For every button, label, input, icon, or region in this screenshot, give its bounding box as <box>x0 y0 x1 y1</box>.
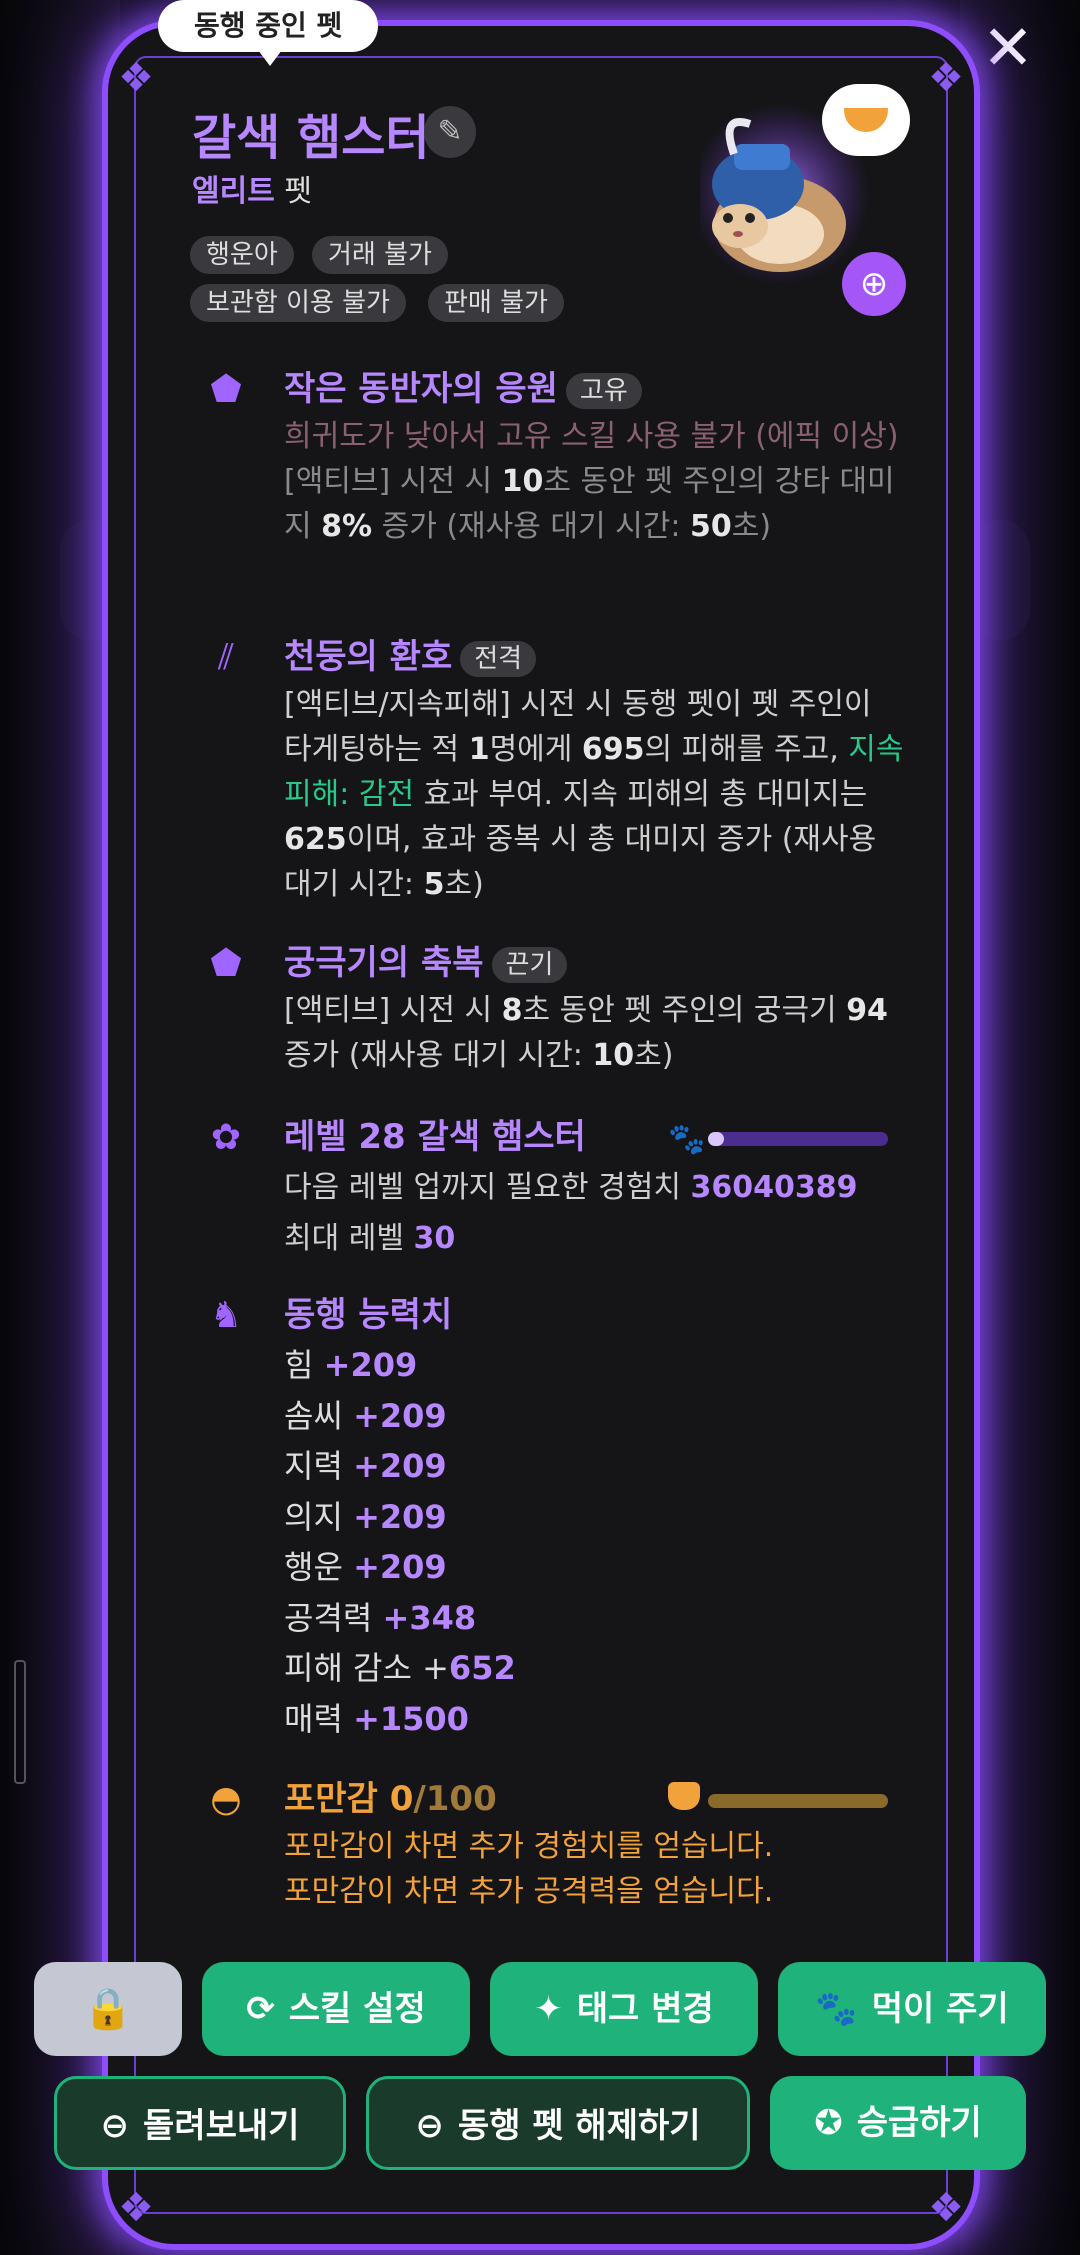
skill-badge: 전격 <box>460 640 537 677</box>
stat-row: 의지 +209 <box>284 1497 447 1536</box>
promote-button[interactable]: ✪ 승급하기 <box>770 2076 1026 2170</box>
skill-1: 작은 동반자의 응원 고유 희귀도가 낮아서 고유 스킬 사용 불가 (에픽 이상… <box>284 366 904 549</box>
tag: 행운아 <box>190 236 294 274</box>
pet-grade: 엘리트 펫 <box>192 166 312 210</box>
stomach-icon: ◓ <box>210 1779 242 1820</box>
max-level: 최대 레벨 30 <box>284 1221 456 1256</box>
background-right <box>960 0 1080 2255</box>
zoom-in-icon: ⊕ <box>859 264 889 304</box>
hungry-thought-bubble <box>822 84 910 156</box>
stat-row: 공격력 +348 <box>284 1598 477 1637</box>
food-bowl-icon <box>668 1782 700 1810</box>
stat-row: 매력 +1500 <box>284 1699 469 1738</box>
tag: 거래 불가 <box>312 236 448 274</box>
satiety-note: 포만감이 차면 추가 공격력을 얻습니다. <box>284 1874 774 1909</box>
close-button[interactable]: ✕ <box>978 17 1038 79</box>
skill-title: 작은 동반자의 응원 <box>284 369 558 409</box>
minus-circle-icon: ⊖ <box>415 2106 444 2146</box>
change-tag-button[interactable]: ✦ 태그 변경 <box>490 1962 758 2056</box>
skill-title: 궁극기의 축복 <box>284 943 484 983</box>
stat-row: 피해 감소 +652 <box>284 1649 516 1687</box>
minus-circle-icon: ⊖ <box>100 2106 130 2146</box>
edit-name-button[interactable]: ✎ <box>424 106 476 158</box>
send-back-button[interactable]: ⊖ 돌려보내기 <box>54 2076 346 2170</box>
skill-title: 천둥의 환호 <box>284 637 453 677</box>
companion-stats: 동행 능력치 힘 +209 솜씨 +209 지력 +209 의지 +209 행운… <box>284 1292 904 1744</box>
tag: 판매 불가 <box>428 284 564 322</box>
refresh-icon: ⟳ <box>246 1989 275 2029</box>
ornament-icon: ❖ <box>118 2185 154 2231</box>
horse-icon: ♞ <box>209 1295 243 1336</box>
paw-shield-icon: ⬟ <box>210 369 242 410</box>
stat-row: 솜씨 +209 <box>284 1396 447 1435</box>
feed-button[interactable]: 🐾 먹이 주기 <box>778 1962 1046 2056</box>
stat-row: 힘 +209 <box>284 1346 418 1384</box>
sparkle-icon: ✦ <box>534 1989 563 2029</box>
satiety-note: 포만감이 차면 추가 경험치를 얻습니다. <box>284 1829 774 1864</box>
skill-description: [액티브] 시전 시 10초 동안 펫 주인의 강타 대미지 8% 증가 (재사… <box>284 464 895 544</box>
pencil-icon: ✎ <box>437 114 463 149</box>
release-companion-button[interactable]: ⊖ 동행 펫 해제하기 <box>366 2076 750 2170</box>
paw-icon: 🐾 <box>668 1122 706 1157</box>
pet-name: 갈색 햄스터 <box>192 110 430 166</box>
lock-button[interactable]: 🔒 <box>34 1962 182 2056</box>
lock-icon: 🔒 <box>83 1986 133 2032</box>
badge-icon: ✪ <box>814 2103 843 2143</box>
grade-label: 엘리트 <box>192 174 275 209</box>
claw-icon: ⫽ <box>217 637 235 678</box>
satiety-progress-track <box>708 1794 888 1808</box>
skill-3: 궁극기의 축복 끈기 [액티브] 시전 시 8초 동안 펫 주인의 궁극기 94 … <box>284 940 904 1078</box>
exp-progress-fill <box>708 1132 724 1146</box>
grade-suffix: 펫 <box>284 174 312 209</box>
stats-title: 동행 능력치 <box>284 1295 453 1335</box>
zoom-button[interactable]: ⊕ <box>842 252 906 316</box>
background-panel <box>970 520 1030 640</box>
skill-settings-button[interactable]: ⟳ 스킬 설정 <box>202 1962 470 2056</box>
paw-shield-icon: ⬟ <box>210 943 242 984</box>
skill-description: [액티브/지속피해] 시전 시 동행 펫이 펫 주인이 타게팅하는 적 1명에게… <box>284 687 904 902</box>
background-left <box>0 0 120 2255</box>
level-badge-icon: ✿ <box>210 1117 242 1158</box>
ornament-icon: ❖ <box>928 2185 964 2231</box>
exp-progress-track <box>708 1132 888 1146</box>
skill-description: [액티브] 시전 시 8초 동안 펫 주인의 궁극기 94 증가 (재사용 대기… <box>284 993 888 1073</box>
paw-icon: 🐾 <box>815 1989 858 2029</box>
tag: 보관함 이용 불가 <box>190 284 406 322</box>
stat-row: 행운 +209 <box>284 1548 447 1586</box>
skill-badge: 고유 <box>565 372 642 409</box>
ornament-icon: ❖ <box>118 55 154 101</box>
ornament-icon: ❖ <box>928 55 964 101</box>
skill-badge: 끈기 <box>491 946 568 983</box>
exp-needed: 다음 레벨 업까지 필요한 경험치 36040389 <box>284 1170 858 1205</box>
skill-2: 천둥의 환호 전격 [액티브/지속피해] 시전 시 동행 펫이 펫 주인이 타게팅… <box>284 634 904 907</box>
skill-disabled-note: 희귀도가 낮아서 고유 스킬 사용 불가 (에픽 이상) <box>284 419 899 454</box>
companion-tooltip: 동행 중인 펫 <box>158 0 379 66</box>
scrollbar[interactable] <box>14 1660 26 1784</box>
stat-row: 지력 +209 <box>284 1447 447 1485</box>
food-bowl-icon <box>844 108 888 132</box>
